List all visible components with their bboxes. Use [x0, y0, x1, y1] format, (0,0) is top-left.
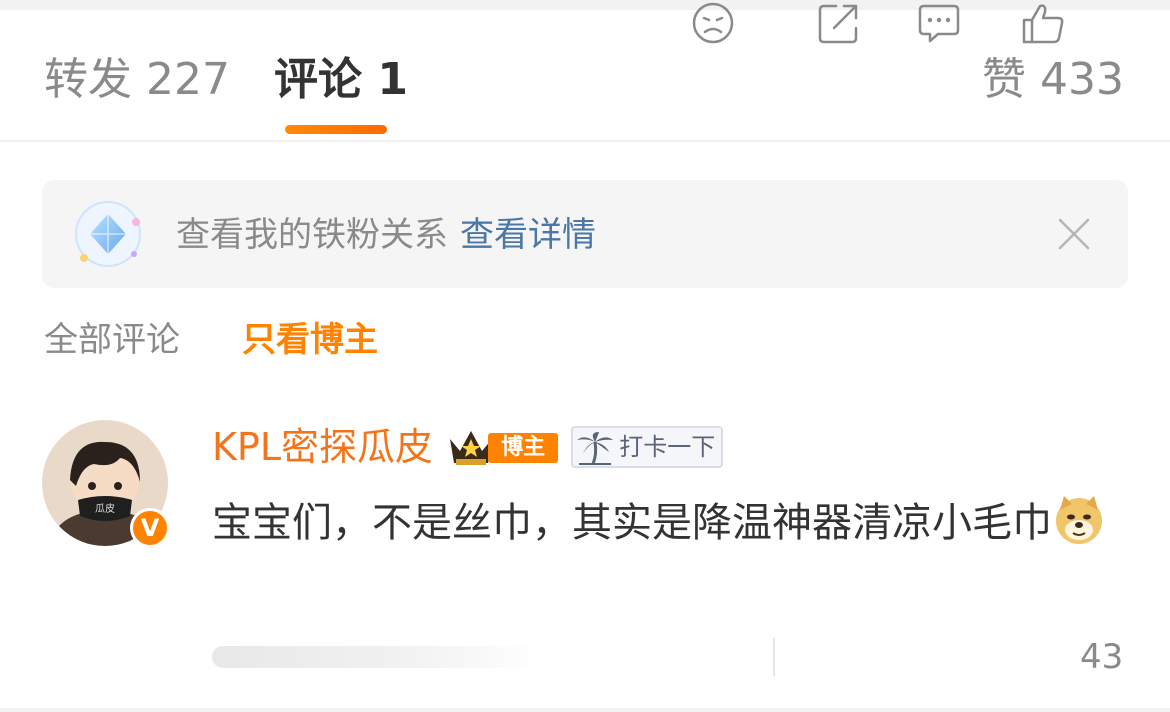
banner-message: 查看我的铁粉关系 — [176, 215, 448, 255]
doge-icon — [1056, 496, 1102, 544]
comment-meta-placeholder — [212, 646, 542, 668]
comment-icon[interactable] — [916, 0, 962, 46]
checkin-label: 打卡一下 — [619, 433, 716, 461]
action-divider — [773, 638, 775, 676]
thumbs-up-icon[interactable] — [1020, 0, 1066, 46]
comment-username[interactable]: KPL密探瓜皮 — [212, 422, 433, 472]
status-strip — [0, 0, 1170, 10]
verified-badge: V — [130, 508, 170, 548]
blogger-tag: 博主 — [488, 433, 559, 463]
banner-detail-link[interactable]: 查看详情 — [460, 215, 596, 255]
filter-all-comments[interactable]: 全部评论 — [44, 318, 180, 362]
palm-tree-icon — [577, 432, 614, 465]
tab-comment[interactable]: 评论 1 — [274, 54, 408, 106]
bottom-divider — [0, 708, 1170, 712]
fan-relation-banner[interactable]: 查看我的铁粉关系 查看详情 — [42, 180, 1128, 288]
tab-like[interactable]: 赞 433 — [982, 54, 1124, 106]
comment-avatar[interactable]: 瓜皮 V — [42, 420, 170, 570]
comment-header: KPL密探瓜皮 博主 打卡一下 — [212, 422, 724, 472]
svg-text:瓜皮: 瓜皮 — [95, 502, 115, 515]
banner-text: 查看我的铁粉关系 查看详情 — [176, 214, 596, 256]
like-count: 43 — [1080, 637, 1124, 677]
share-icon[interactable] — [816, 0, 862, 46]
tab-bar: 转发 227 评论 1 赞 433 — [0, 10, 1170, 142]
checkin-badge[interactable]: 打卡一下 — [571, 426, 724, 468]
comment-body: 宝宝们，不是丝巾，其实是降温神器清凉小毛巾 — [212, 490, 1122, 556]
blogger-badge: 博主 — [446, 425, 559, 469]
filter-blogger-only[interactable]: 只看博主 — [242, 318, 378, 362]
tab-repost[interactable]: 转发 227 — [44, 54, 230, 106]
active-tab-indicator — [285, 125, 387, 134]
dislike-icon[interactable] — [690, 0, 736, 46]
comment-text: 宝宝们，不是丝巾，其实是降温神器清凉小毛巾 — [212, 500, 1052, 546]
diamond-icon — [75, 201, 141, 267]
close-icon[interactable] — [1056, 216, 1092, 252]
